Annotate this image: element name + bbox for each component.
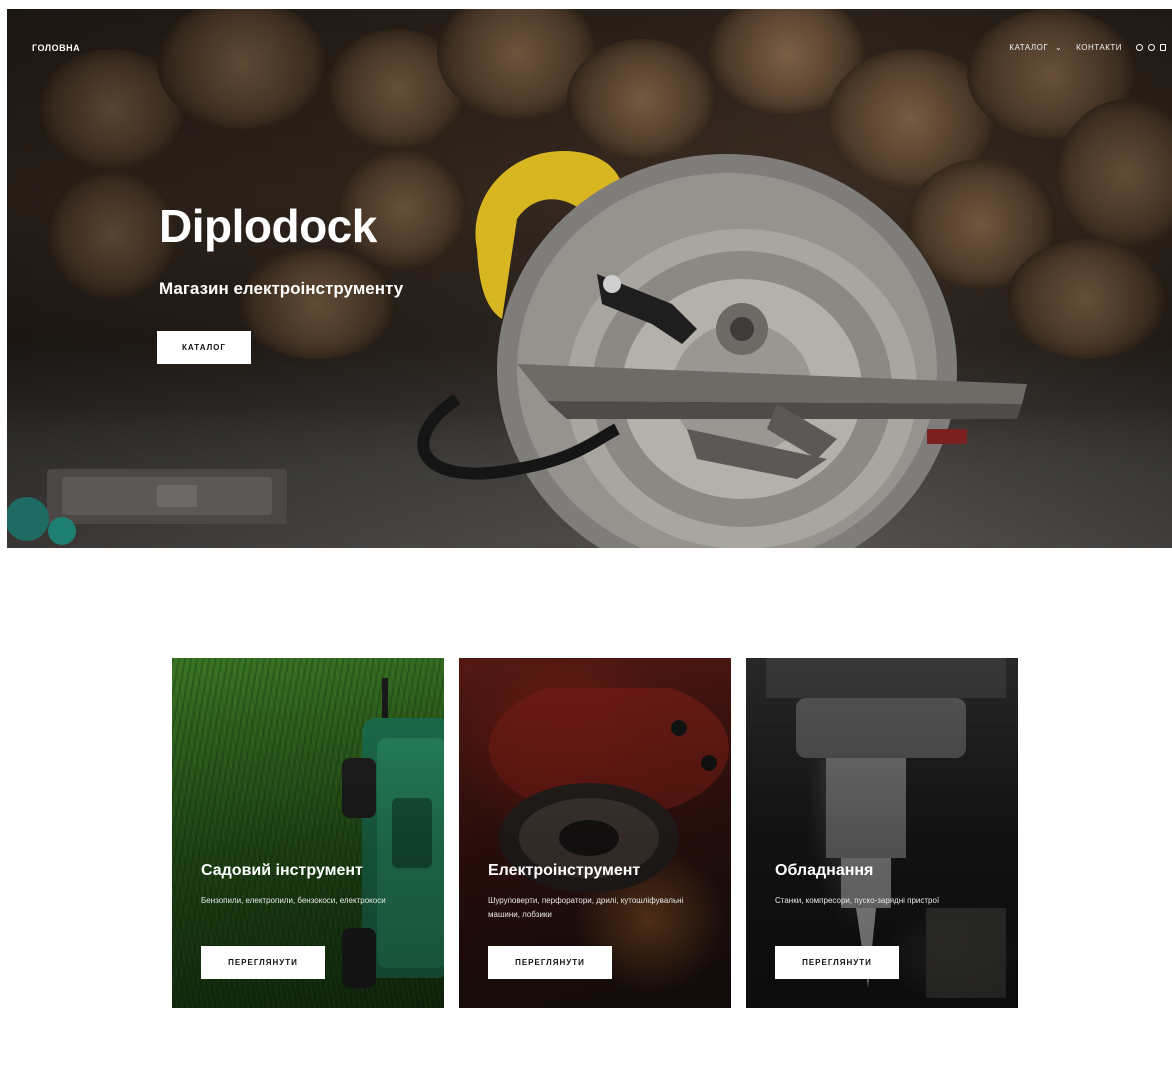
hero-subtitle: Магазин електроінструменту (159, 279, 404, 298)
cart-icon[interactable] (1160, 44, 1166, 51)
card-description: Шуруповерти, перфоратори, дрилі, кутошлі… (488, 896, 684, 919)
nav-home-link[interactable]: ГОЛОВНА (32, 43, 80, 53)
nav-catalog-label: КАТАЛОГ (1009, 43, 1049, 52)
nav-catalog-link[interactable]: КАТАЛОГ ⌄ (1009, 43, 1062, 52)
category-card-power-tools[interactable]: Електроінструмент Шуруповерти, перфорато… (459, 658, 731, 1008)
chevron-down-icon: ⌄ (1054, 43, 1063, 52)
view-equipment-button[interactable]: ПЕРЕГЛЯНУТИ (775, 946, 899, 979)
hero-title: Diplodock (159, 200, 377, 252)
user-icon[interactable] (1148, 44, 1155, 51)
nav-icon-group (1136, 44, 1166, 51)
catalog-button[interactable]: КАТАЛОГ (157, 331, 251, 364)
card-description: Станки, компресори, пуско-зарядні пристр… (775, 896, 940, 905)
view-power-tools-button[interactable]: ПЕРЕГЛЯНУТИ (488, 946, 612, 979)
category-card-garden[interactable]: Садовий інструмент Бензопили, електропил… (172, 658, 444, 1008)
card-title: Обладнання (775, 862, 874, 879)
circular-saw-image (417, 150, 1027, 548)
nav-contacts-link[interactable]: КОНТАКТИ (1076, 43, 1122, 52)
view-garden-button[interactable]: ПЕРЕГЛЯНУТИ (201, 946, 325, 979)
card-title: Електроінструмент (488, 862, 641, 879)
category-card-equipment[interactable]: Обладнання Станки, компресори, пуско-зар… (746, 658, 1018, 1008)
hammer-image (7, 469, 287, 545)
top-nav: КАТАЛОГ ⌄ КОНТАКТИ (1009, 43, 1166, 52)
card-title: Садовий інструмент (201, 862, 363, 879)
card-description: Бензопили, електропили, бензокоси, елект… (201, 896, 386, 905)
hero-banner: ГОЛОВНА КАТАЛОГ ⌄ КОНТАКТИ Diplodock Маг… (7, 9, 1172, 548)
search-icon[interactable] (1136, 44, 1143, 51)
